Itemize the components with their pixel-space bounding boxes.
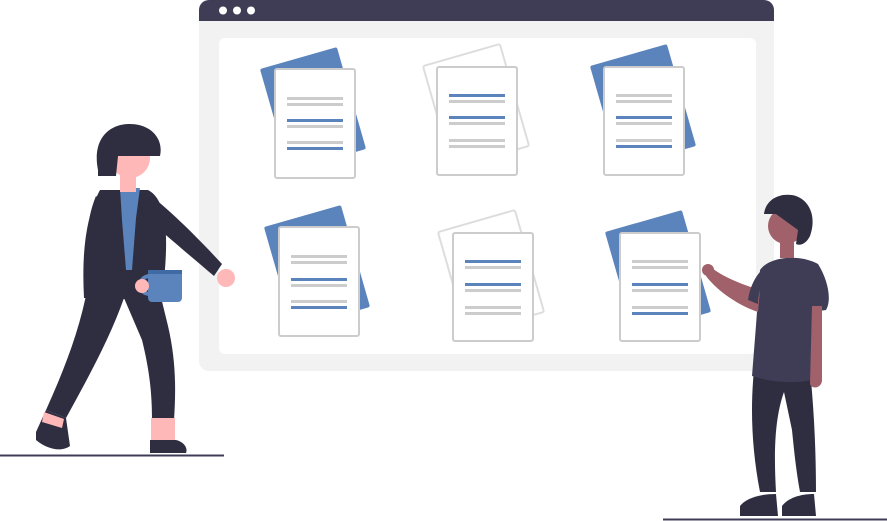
document-sheet <box>452 232 534 342</box>
document-sheet <box>619 232 701 342</box>
document-sheet <box>436 66 518 176</box>
window-dot-icon[interactable] <box>247 6 255 15</box>
illustration <box>0 0 887 521</box>
document-sheet <box>603 66 685 176</box>
window-title-bar <box>199 0 774 21</box>
window-dot-icon[interactable] <box>233 6 241 15</box>
document-sheet <box>274 68 356 179</box>
document-sheet <box>278 226 360 337</box>
window-dot-icon[interactable] <box>219 6 227 15</box>
